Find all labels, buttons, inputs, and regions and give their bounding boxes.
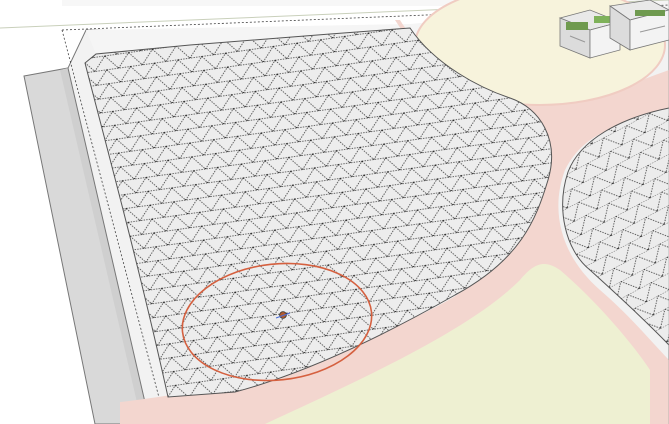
- modeling-viewport[interactable]: [0, 0, 669, 424]
- scene-canvas[interactable]: [0, 0, 669, 424]
